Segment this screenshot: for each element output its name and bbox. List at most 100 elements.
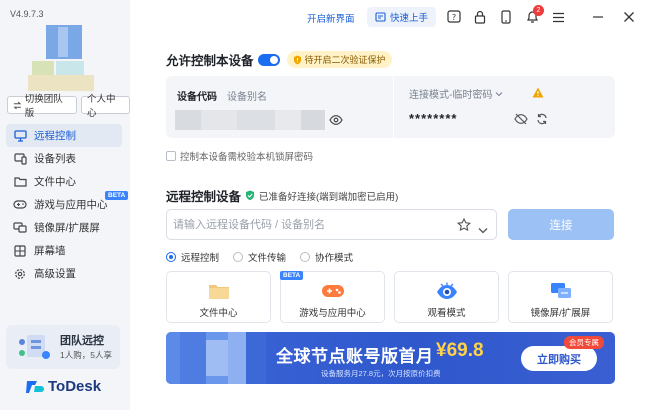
device-code-value[interactable] [175,110,325,130]
monitor-icon [13,129,27,143]
sidebar-item-label: 远程控制 [34,130,76,142]
sidebar-item-label: 镜像屏/扩展屏 [34,222,100,234]
allow-control-title: 允许控制本设备 [166,54,254,68]
book-icon [375,12,386,22]
two-factor-warning-chip[interactable]: 待开启二次验证保护 [286,51,392,68]
team-promo-card[interactable]: 团队远控 1人购，5人享 [6,325,120,369]
radio-remote-control[interactable]: 远程控制 [166,250,219,264]
tile-label: 观看模式 [427,308,466,319]
connect-button[interactable]: 连接 [508,209,614,240]
switch-icon [13,101,22,109]
gamepad-icon [321,281,345,301]
eye-off-icon[interactable] [514,112,528,130]
top-bar: 开启新界面 快速上手 ? 2 [130,0,650,34]
new-ui-link[interactable]: 开启新界面 [307,11,355,25]
sidebar-item-device-list[interactable]: 设备列表 [6,147,122,170]
lock-icon[interactable] [472,9,488,25]
radio-button[interactable] [233,252,244,262]
chevron-down-icon[interactable] [478,221,488,239]
radio-collaboration[interactable]: 协作模式 [300,250,353,264]
bell-icon[interactable]: 2 [524,5,544,25]
personal-center-label: 个人中心 [86,94,116,119]
connection-mode-label: 连接模式-临时密码 [409,90,493,101]
device-code-label: 设备代码 [177,92,217,103]
app-version: V4.9.7.3 [10,9,44,19]
sidebar-item-game-app-center[interactable]: 游戏与应用中心 BETA [6,191,129,216]
star-icon[interactable] [456,217,472,236]
vip-badge: 会员专属 [564,336,604,349]
shield-check-icon [246,190,255,201]
quick-start-button[interactable]: 快速上手 [367,7,437,27]
team-subtitle: 1人购，5人享 [60,350,112,360]
banner-title: 全球节点账号版首月 [276,347,434,366]
radio-file-transfer[interactable]: 文件传输 [233,250,286,264]
radio-button[interactable] [300,252,311,262]
tile-watch-mode[interactable]: 观看模式 [394,271,499,323]
screen-wall-icon [13,244,27,258]
two-factor-warning-label: 待开启二次验证保护 [304,55,386,65]
device-list-icon [13,152,27,166]
tile-game-app-center[interactable]: BETA 游戏与应用中心 [280,271,385,323]
tile-file-center[interactable]: 文件中心 [166,271,271,323]
sidebar-item-label: 文件中心 [34,176,76,188]
device-alias-label[interactable]: 设备别名 [227,88,267,103]
sidebar-item-advanced-settings[interactable]: 高级设置 [6,262,122,285]
tile-label: 游戏与应用中心 [299,308,366,319]
gear-icon [13,267,27,281]
remote-device-input[interactable] [173,216,443,234]
close-icon[interactable] [621,9,637,25]
remote-device-search [166,209,497,240]
warning-triangle-icon[interactable] [532,85,544,103]
phone-icon[interactable] [498,9,514,25]
lockscreen-password-option[interactable]: 控制本设备需校验本机锁屏密码 [166,149,313,163]
allow-control-toggle[interactable] [257,53,280,66]
radio-button[interactable] [166,252,176,262]
lockscreen-option-label: 控制本设备需校验本机锁屏密码 [180,152,314,163]
sidebar-item-label: 高级设置 [34,268,76,280]
chevron-down-icon [495,91,503,96]
todesk-logo-icon [26,380,44,393]
eye-icon [435,281,459,301]
quick-start-label: 快速上手 [390,13,429,24]
radio-label: 协作模式 [315,253,354,264]
beta-badge: BETA [280,271,304,280]
help-icon[interactable]: ? [446,9,462,25]
sidebar-item-mirror-screen[interactable]: 镜像屏/扩展屏 [6,216,122,239]
notification-badge: 2 [533,5,544,16]
gamepad-icon [13,198,27,212]
sidebar-item-remote-control[interactable]: 远程控制 [6,124,122,147]
switch-team-button[interactable]: 切换团队版 [7,94,77,119]
logo-text: ToDesk [48,378,102,395]
tile-mirror-screen[interactable]: 镜像屏/扩展屏 [508,271,613,323]
radio-label: 文件传输 [248,253,287,264]
team-icon [13,331,53,363]
buy-now-button[interactable]: 立即购买 [521,346,597,371]
banner-subtitle: 设备服务月27.8元，次月按原价扣费 [321,369,441,378]
sidebar-item-label: 屏幕墙 [34,245,66,257]
refresh-icon[interactable] [536,112,548,130]
personal-center-button[interactable]: 个人中心 [80,94,130,119]
connection-status-note: 已准备好连接(端到端加密已启用) [259,191,399,203]
remote-control-title: 远程控制设备 [166,190,242,204]
sidebar-item-screen-wall[interactable]: 屏幕墙 [6,239,122,262]
shield-warning-icon [293,55,301,64]
connection-mode-radios: 远程控制 文件传输 协作模式 [166,250,353,264]
lockscreen-checkbox[interactable] [166,151,176,161]
sidebar: V4.9.7.3 切换团队版 个人中心 远程控制 设备列表 文件中心 游戏与应用… [0,0,130,410]
eye-icon[interactable] [329,113,343,131]
sidebar-item-file-center[interactable]: 文件中心 [6,170,122,193]
logo: ToDesk [26,378,101,395]
minimize-icon[interactable] [590,9,606,25]
device-info-card: 设备代码 设备别名 连接模式-临时密码 ******** [166,76,615,138]
beta-badge: BETA [105,191,129,200]
sidebar-item-label: 设备列表 [34,153,76,165]
promo-banner[interactable]: 全球节点账号版首月 ¥69.8 设备服务月27.8元，次月按原价扣费 立即购买 … [166,332,615,384]
sidebar-nav: 远程控制 设备列表 文件中心 游戏与应用中心 BETA 镜像屏/扩展屏 屏幕墙 … [6,124,129,285]
connection-mode-dropdown[interactable]: 连接模式-临时密码 [409,86,503,101]
sidebar-item-label: 游戏与应用中心 [34,199,108,211]
avatar[interactable] [28,25,98,93]
menu-icon[interactable] [550,9,566,25]
svg-text:?: ? [452,13,456,22]
tile-label: 镜像屏/扩展屏 [530,308,591,319]
folder-icon [13,175,27,189]
